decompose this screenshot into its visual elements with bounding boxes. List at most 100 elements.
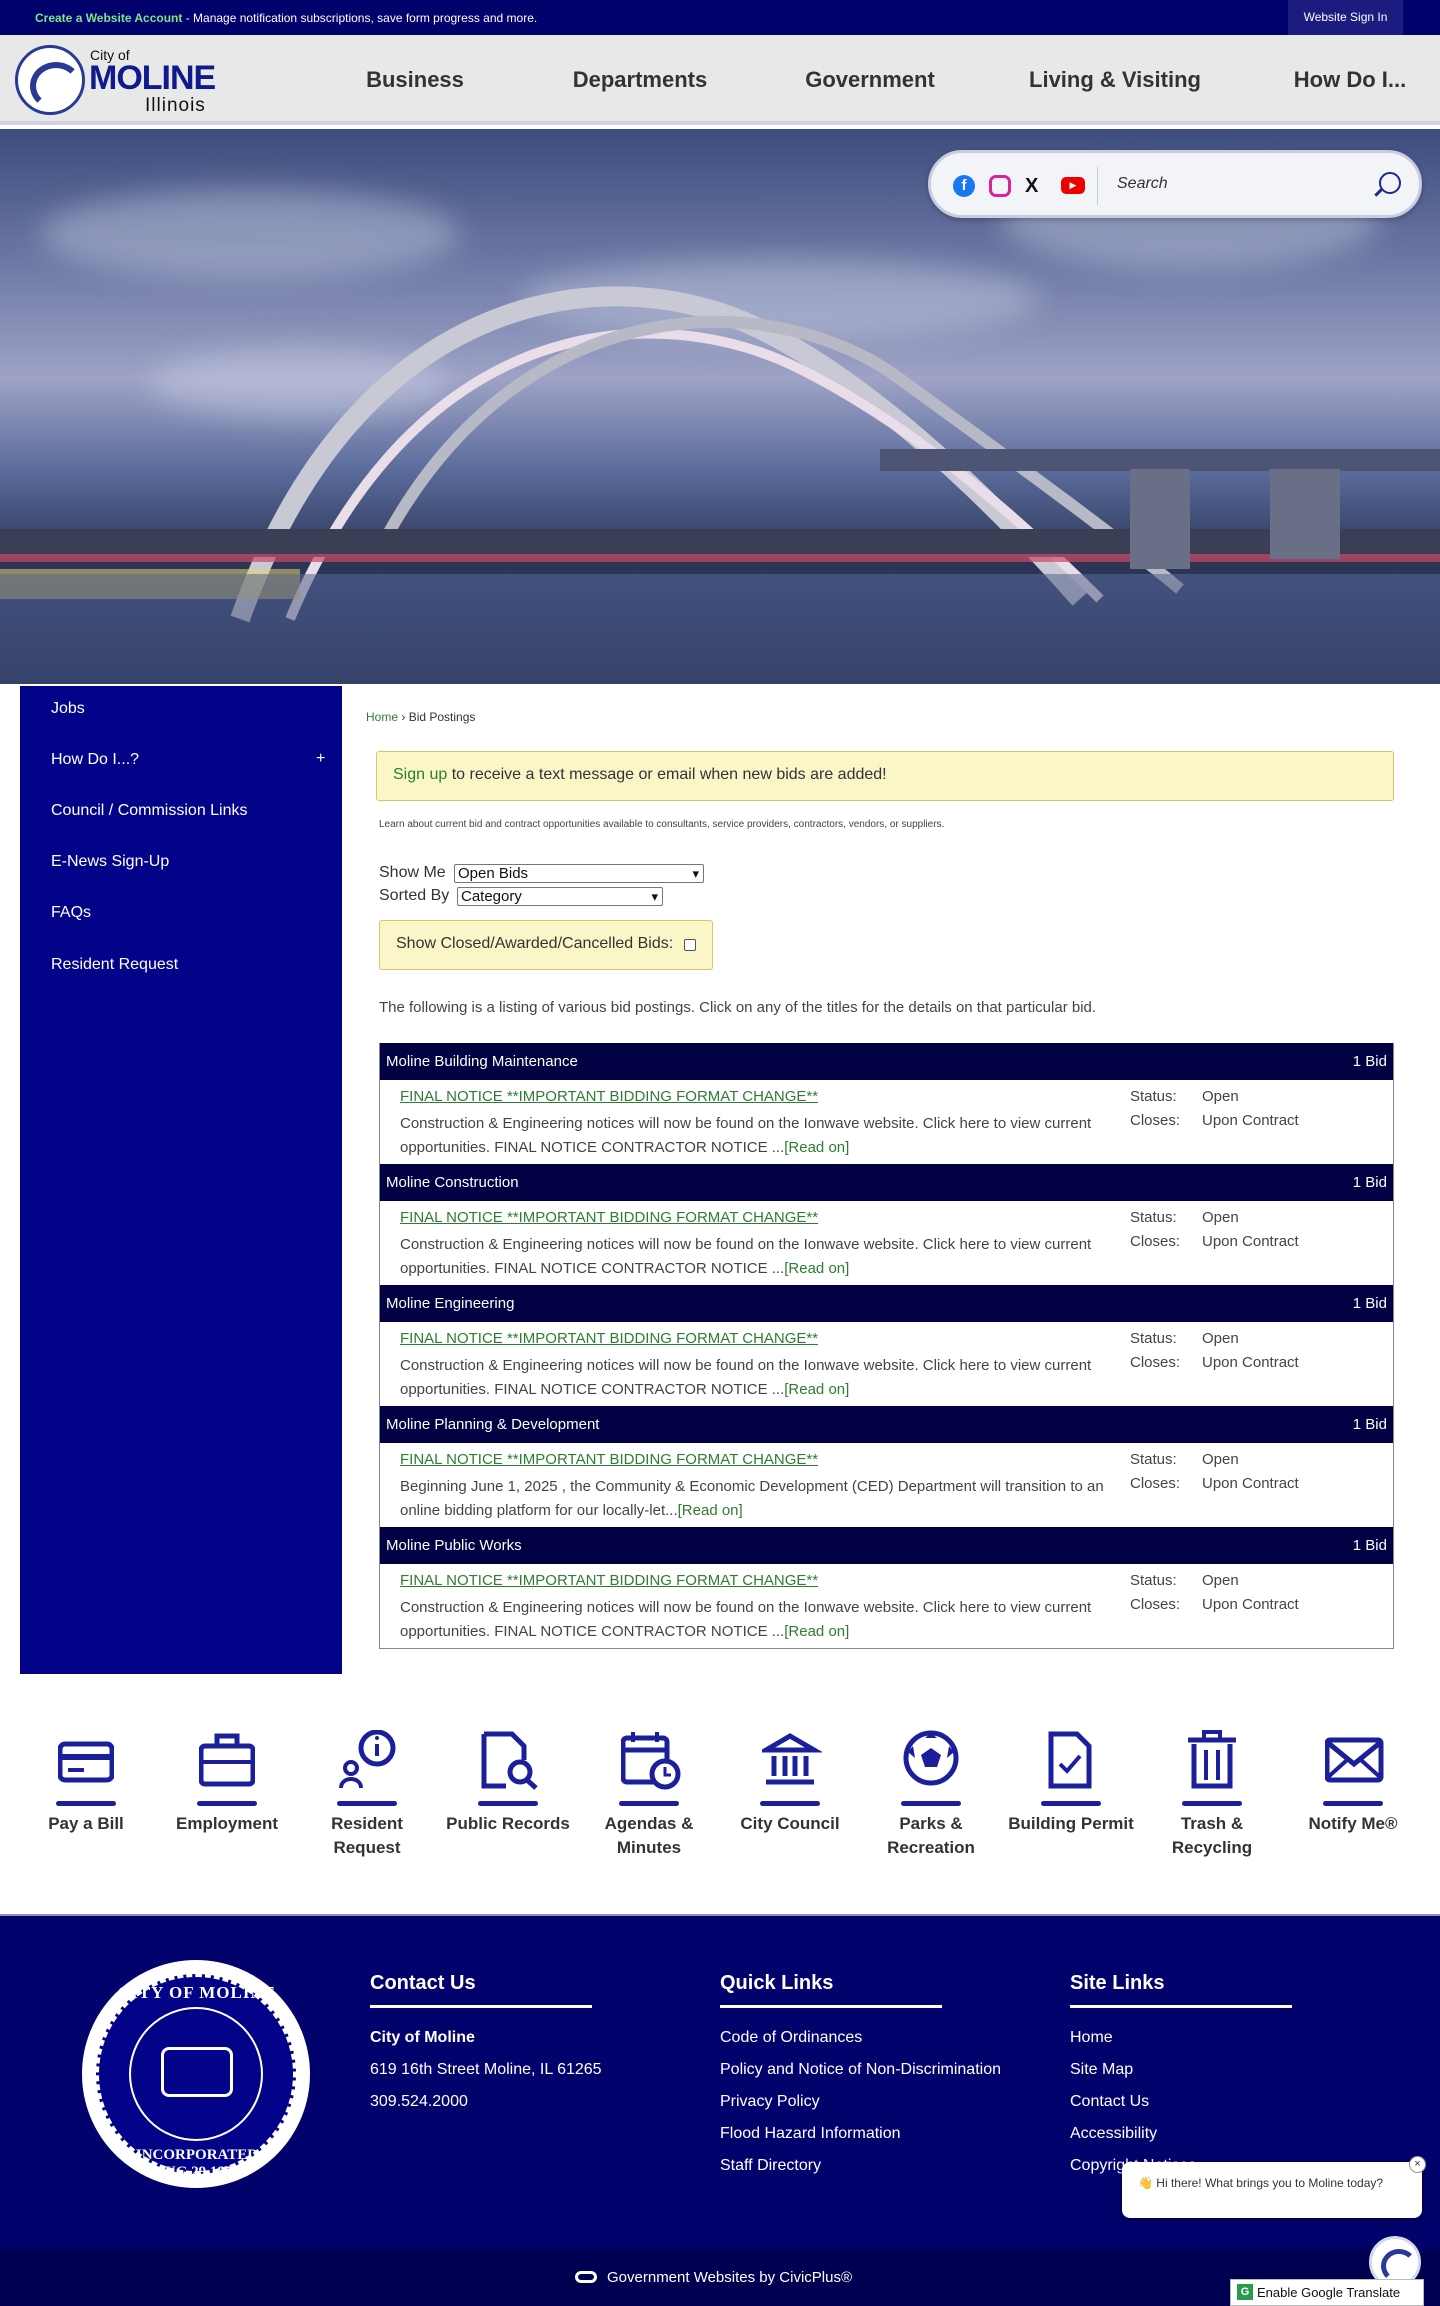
city-seal-icon: CITY OF MOLINE INCORPORATED AUG.29.1872: [82, 1960, 310, 2188]
google-translate-button[interactable]: Enable Google Translate: [1230, 2279, 1424, 2306]
footer-link[interactable]: Contact Us: [1070, 2086, 1292, 2118]
footer-link[interactable]: Staff Directory: [720, 2150, 1001, 2182]
signup-link[interactable]: Sign up: [393, 766, 447, 783]
read-on-link[interactable]: [Read on]: [784, 1623, 849, 1640]
quick-link-label: Agendas & Minutes: [604, 1814, 694, 1857]
read-on-link[interactable]: [Read on]: [678, 1502, 743, 1519]
search-input[interactable]: Search: [1117, 175, 1357, 193]
bid-title-link[interactable]: FINAL NOTICE **IMPORTANT BIDDING FORMAT …: [400, 1209, 818, 1226]
search-icon[interactable]: [1379, 172, 1401, 194]
website-sign-in-button[interactable]: Website Sign In: [1288, 0, 1403, 35]
status-label: Status:: [1130, 1209, 1177, 1226]
read-on-link[interactable]: [Read on]: [784, 1260, 849, 1277]
breadcrumb-current: Bid Postings: [408, 710, 476, 724]
quick-link-public-records[interactable]: Public Records: [438, 1730, 578, 1836]
sidebar-item-council-links[interactable]: Council / Commission Links: [51, 802, 248, 820]
footer-link[interactable]: Privacy Policy: [720, 2086, 1001, 2118]
civicplus-credit[interactable]: Government Websites by CivicPlus®: [575, 2269, 852, 2286]
instagram-icon[interactable]: [989, 175, 1011, 197]
status-label: Status:: [1130, 1451, 1177, 1468]
quick-link-building-permit[interactable]: Building Permit: [1001, 1730, 1141, 1836]
footer-link[interactable]: Flood Hazard Information: [720, 2118, 1001, 2150]
create-account-subtext: - Manage notification subscriptions, sav…: [182, 11, 538, 25]
footer-link[interactable]: Policy and Notice of Non-Discrimination: [720, 2054, 1001, 2086]
sorted-by-label: Sorted By: [379, 887, 450, 904]
person-info-icon: [335, 1730, 399, 1806]
quick-link-resident-request[interactable]: Resident Request: [297, 1730, 437, 1860]
chat-popup[interactable]: 👋 Hi there! What brings you to Moline to…: [1122, 2156, 1426, 2218]
quick-link-label: Building Permit: [1008, 1814, 1134, 1833]
bid-list: Moline Building Maintenance 1 Bid FINAL N…: [379, 1043, 1394, 1649]
bid-count: 1 Bid: [1352, 1053, 1387, 1070]
bid-count: 1 Bid: [1352, 1537, 1387, 1554]
quick-link-pay-bill[interactable]: Pay a Bill: [16, 1730, 156, 1836]
sidebar-item-faqs[interactable]: FAQs: [51, 904, 91, 922]
read-on-link[interactable]: [Read on]: [784, 1381, 849, 1398]
read-on-link[interactable]: [Read on]: [784, 1139, 849, 1156]
footer-contact-address: 619 16th Street Moline, IL 61265: [370, 2061, 602, 2078]
quick-link-trash-recycling[interactable]: Trash & Recycling: [1142, 1730, 1282, 1860]
bid-description: Construction & Engineering notices will …: [400, 1112, 1135, 1160]
quick-link-label: City Council: [740, 1814, 840, 1833]
closes-label: Closes:: [1130, 1233, 1181, 1250]
bid-description: Construction & Engineering notices will …: [400, 1354, 1135, 1402]
footer-contact-phone[interactable]: 309.524.2000: [370, 2086, 602, 2118]
bid-title-link[interactable]: FINAL NOTICE **IMPORTANT BIDDING FORMAT …: [400, 1451, 818, 1468]
quick-link-notify-me[interactable]: Notify Me®: [1283, 1730, 1423, 1836]
create-account-notice: Create a Website Account - Manage notifi…: [35, 11, 537, 25]
quick-link-label: Public Records: [446, 1814, 570, 1833]
sidebar-item-how-do-i[interactable]: How Do I...?: [51, 751, 139, 769]
closes-value: Upon Contract: [1202, 1596, 1299, 1613]
show-me-select[interactable]: Open Bids: [454, 864, 704, 883]
breadcrumb-separator: ›: [401, 710, 406, 724]
nav-departments[interactable]: Departments: [510, 35, 770, 125]
x-icon[interactable]: X: [1025, 175, 1047, 197]
logo-moline: MOLINE: [89, 59, 216, 97]
quick-link-parks-recreation[interactable]: Parks & Recreation: [861, 1730, 1001, 1860]
footer-link[interactable]: Home: [1070, 2022, 1292, 2054]
sorted-by-select[interactable]: Category: [457, 887, 663, 906]
create-account-link[interactable]: Create a Website Account: [35, 11, 182, 25]
category-name: Moline Planning & Development: [386, 1416, 600, 1433]
nav-living-visiting[interactable]: Living & Visiting: [970, 35, 1260, 125]
signup-text: to receive a text message or email when …: [447, 766, 887, 783]
closes-label: Closes:: [1130, 1475, 1181, 1492]
show-closed-checkbox[interactable]: [684, 939, 696, 951]
trash-can-icon: [1180, 1730, 1244, 1806]
quick-link-city-council[interactable]: City Council: [720, 1730, 860, 1836]
nav-government[interactable]: Government: [770, 35, 970, 125]
bid-count: 1 Bid: [1352, 1416, 1387, 1433]
sidebar-item-enews[interactable]: E-News Sign-Up: [51, 853, 169, 871]
bid-title-link[interactable]: FINAL NOTICE **IMPORTANT BIDDING FORMAT …: [400, 1572, 818, 1589]
expand-icon[interactable]: +: [316, 750, 325, 768]
listing-description: The following is a listing of various bi…: [379, 999, 1097, 1016]
footer-contact: Contact Us City of Moline 619 16th Stree…: [370, 1972, 602, 2118]
footer-link[interactable]: Site Map: [1070, 2054, 1292, 2086]
civicplus-logo-icon: [575, 2271, 597, 2283]
calendar-clock-icon: [617, 1730, 681, 1806]
closes-label: Closes:: [1130, 1112, 1181, 1129]
bid-category: Moline Building Maintenance 1 Bid FINAL N…: [380, 1043, 1393, 1164]
nav-how-do-i[interactable]: How Do I...: [1260, 35, 1440, 125]
nav-business[interactable]: Business: [320, 35, 510, 125]
quick-link-employment[interactable]: Employment: [157, 1730, 297, 1836]
facebook-icon[interactable]: f: [953, 175, 975, 197]
footer-link[interactable]: Accessibility: [1070, 2118, 1292, 2150]
bid-desc-text: Beginning June 1, 2025 , the Community &…: [400, 1478, 1104, 1519]
footer-link[interactable]: Code of Ordinances: [720, 2022, 1001, 2054]
chat-close-button[interactable]: ×: [1409, 2156, 1426, 2173]
status-value: Open: [1202, 1209, 1239, 1226]
city-seal-icon: [15, 45, 85, 115]
youtube-icon[interactable]: ▶: [1061, 177, 1085, 194]
document-check-icon: [1039, 1730, 1103, 1806]
sidebar-item-resident-request[interactable]: Resident Request: [51, 956, 178, 974]
bid-title-link[interactable]: FINAL NOTICE **IMPORTANT BIDDING FORMAT …: [400, 1330, 818, 1347]
top-bar: Create a Website Account - Manage notifi…: [0, 0, 1440, 35]
city-logo[interactable]: City of MOLINE Illinois: [15, 43, 216, 116]
sidebar-item-jobs[interactable]: Jobs: [51, 700, 85, 718]
status-label: Status:: [1130, 1088, 1177, 1105]
bid-title-link[interactable]: FINAL NOTICE **IMPORTANT BIDDING FORMAT …: [400, 1088, 818, 1105]
show-me-label: Show Me: [379, 864, 446, 881]
breadcrumb-home[interactable]: Home: [366, 710, 398, 724]
quick-link-agendas-minutes[interactable]: Agendas & Minutes: [579, 1730, 719, 1860]
